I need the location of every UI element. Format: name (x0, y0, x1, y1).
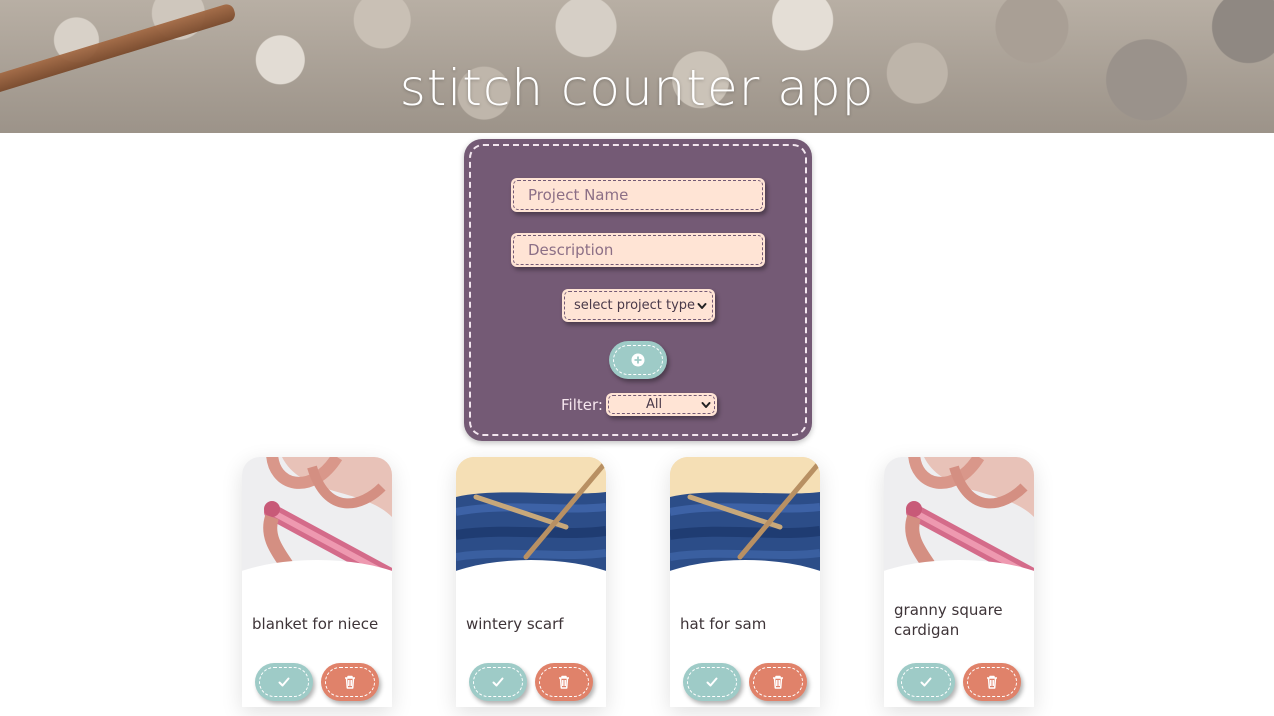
add-project-button[interactable] (609, 341, 667, 379)
complete-project-button[interactable] (255, 663, 313, 701)
project-type-select[interactable]: select project type (562, 289, 715, 322)
check-icon (706, 677, 718, 687)
filter-label: Filter: (561, 396, 603, 414)
chevron-down-icon (697, 302, 707, 309)
chevron-down-icon (701, 401, 711, 408)
filter-selected-value: All (646, 397, 663, 412)
project-card: wintery scarf (456, 457, 606, 707)
complete-project-button[interactable] (897, 663, 955, 701)
project-card: blanket for niece (242, 457, 392, 707)
project-card: granny square cardigan (884, 457, 1034, 707)
project-name-input[interactable] (511, 178, 765, 212)
trash-icon (773, 675, 783, 689)
check-icon (920, 677, 932, 687)
card-curve-decoration (456, 560, 606, 650)
project-name-field (511, 178, 765, 212)
check-icon (492, 677, 504, 687)
card-curve-decoration (670, 560, 820, 650)
filter-select[interactable]: All (606, 393, 717, 416)
project-form: select project type Filter: All (464, 139, 812, 441)
project-title: wintery scarf (466, 615, 564, 633)
trash-icon (987, 675, 997, 689)
description-field (511, 233, 765, 267)
page-title: stitch counter app (399, 59, 875, 117)
description-input[interactable] (511, 233, 765, 267)
project-title: blanket for niece (252, 615, 379, 633)
delete-project-button[interactable] (963, 663, 1021, 701)
trash-icon (559, 675, 569, 689)
complete-project-button[interactable] (469, 663, 527, 701)
project-title: hat for sam (680, 615, 767, 633)
project-title: granny square cardigan (894, 601, 1003, 639)
project-type-selected-value: select project type (574, 298, 696, 313)
trash-icon (345, 675, 355, 689)
delete-project-button[interactable] (535, 663, 593, 701)
delete-project-button[interactable] (321, 663, 379, 701)
plus-circle-icon (631, 353, 645, 367)
project-card: hat for sam (670, 457, 820, 707)
check-icon (278, 677, 290, 687)
card-curve-decoration (242, 560, 392, 650)
header-banner: stitch counter app (0, 0, 1274, 133)
delete-project-button[interactable] (749, 663, 807, 701)
complete-project-button[interactable] (683, 663, 741, 701)
